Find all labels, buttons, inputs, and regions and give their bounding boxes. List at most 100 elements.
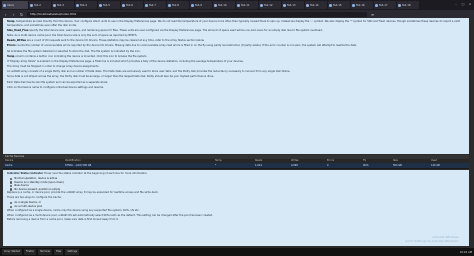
tab-label: Tab 7 (149, 3, 156, 7)
browser-tab[interactable]: Tab 2 (29, 1, 51, 9)
taskbar-item[interactable]: Array Started (2, 249, 23, 255)
favicon-icon (30, 3, 33, 7)
browser-tab[interactable]: Tab 13 (282, 1, 304, 9)
device-fs: btrfs (363, 164, 369, 167)
help-text-panel: Temp. temperature as read directly from … (3, 18, 469, 154)
device-writes: 4,096 (291, 164, 298, 167)
browser-tab[interactable]: Tab 10 (213, 1, 235, 9)
help-paragraph: If "Display array totals" is enabled on … (7, 59, 244, 63)
address-bar[interactable]: http://localhost/webui/index.html (27, 11, 367, 17)
browser-tab[interactable]: Tab 6 (121, 1, 143, 9)
device-errors: 0 (327, 164, 329, 167)
taskbar-item[interactable]: Firefox (24, 249, 36, 255)
taskbar: Array Started Firefox Terminal Files Setting… (0, 248, 474, 256)
tab-label: Tab 16 (356, 3, 365, 7)
activation-watermark: Activate Windows Go to Settings to activ… (405, 235, 459, 243)
tab-label: Tab 17 (379, 3, 388, 7)
close-icon[interactable]: × (468, 2, 472, 6)
help-paragraph: An unRAID array consists of a single Par… (7, 70, 291, 74)
browser-tab[interactable]: Tab 11 (236, 1, 258, 9)
tab-label: Tab 6 (126, 3, 133, 7)
favicon-icon (3, 3, 6, 7)
tab-label: Tab 18 (402, 3, 411, 7)
help-paragraph: Temp column contains a button icon indic… (7, 54, 148, 58)
favicon-icon (76, 3, 79, 7)
browser-tab[interactable]: Tab 3 (52, 1, 74, 9)
browser-tab[interactable]: Tab 16 (351, 1, 373, 9)
tab-label: Tab 14 (310, 3, 319, 7)
taskbar-item[interactable]: Settings (65, 249, 80, 255)
browser-tab[interactable]: Inbox (2, 1, 28, 9)
favicon-icon (122, 3, 125, 7)
device-name-link[interactable]: Cache (3, 163, 63, 168)
status-help-panel: Indicator Status Indicator Hover over th… (3, 170, 469, 246)
favicon-icon (145, 3, 148, 7)
tab-label: Tab 9 (195, 3, 202, 7)
window-controls: – □ × (454, 2, 472, 6)
tab-label: Tab 13 (287, 3, 296, 7)
maximize-icon[interactable]: □ (461, 2, 465, 6)
favicon-icon (53, 3, 56, 7)
help-paragraph: When configured as a multi-device pool, … (7, 213, 213, 217)
favicon-icon (168, 3, 171, 7)
tab-label: Tab 4 (80, 3, 87, 7)
help-paragraph: When configured as a single-device, cach… (7, 208, 140, 212)
browser-tab[interactable]: Tab 15 (328, 1, 350, 9)
device-temp: * (215, 164, 217, 167)
help-paragraph: Sb indicates the file system detected or… (7, 49, 141, 53)
device-used: 120 GB (431, 164, 440, 167)
browser-tab[interactable]: Tab 12 (259, 1, 281, 9)
browser-tab[interactable]: Tab 14 (305, 1, 327, 9)
tab-label: Inbox (7, 3, 15, 7)
help-paragraph: Before removing a device from a cache po… (7, 218, 119, 222)
taskbar-clock: 10:42 AM (459, 250, 472, 254)
tab-label: Tab 3 (57, 3, 64, 7)
browser-tab[interactable]: Tab 7 (144, 1, 166, 9)
help-paragraph: There are two ways to configure the Cach… (7, 196, 62, 200)
help-paragraph: Note: As a multi-device cache pool, the … (7, 33, 138, 37)
help-paragraph: Size_Used_Free specify the total device … (7, 28, 323, 32)
browser-tab[interactable]: Tab 4 (75, 1, 97, 9)
browser-tab[interactable]: Tab 8 (167, 1, 189, 9)
browser-tab[interactable]: Tab 5 (98, 1, 120, 9)
help-paragraph: Replace is a cache, or device pool, prov… (7, 191, 159, 195)
help-paragraph: Reads_Writes are a count of I/O requests… (7, 39, 205, 43)
table-row[interactable]: Cache ST500... (sdd) 500 GB * 1,024 4,09… (3, 163, 469, 168)
favicon-icon (260, 3, 263, 7)
device-identification[interactable]: ST500... (sdd) 500 GB (63, 163, 213, 168)
help-paragraph: Errors counts the number of unrecoverabl… (7, 44, 357, 48)
device-size: 500 GB (393, 164, 402, 167)
browser-tab-strip: Inbox Tab 2 Tab 3 Tab 4 Tab 5 Tab 6 Tab 7 Tab 8… (0, 0, 474, 10)
help-paragraph: Temp. temperature as read directly from … (7, 20, 461, 27)
taskbar-item[interactable]: Terminal (37, 249, 53, 255)
browser-tab[interactable]: Tab 18 (397, 1, 419, 9)
back-icon[interactable]: ‹ (3, 12, 8, 17)
favicon-icon (191, 3, 194, 7)
minimize-icon[interactable]: – (454, 2, 458, 6)
favicon-icon (329, 3, 332, 7)
tab-label: Tab 15 (333, 3, 342, 7)
section-title: Indicator Status Indicator (7, 172, 44, 175)
menu-icon[interactable]: ≡ (370, 12, 375, 17)
browser-tab[interactable]: Tab 9 (190, 1, 212, 9)
favicon-icon (398, 3, 401, 7)
section-intro: Hover over the status indicator at the b… (44, 172, 148, 175)
taskbar-item[interactable]: Files (54, 249, 64, 255)
cache-devices-panel: Cache Devices Device Identification Temp… (3, 155, 469, 169)
help-paragraph: Click on the Device name to configure in… (7, 85, 104, 89)
forward-icon[interactable]: › (11, 12, 16, 17)
tab-label: Tab 2 (34, 3, 41, 7)
tab-label: Tab 5 (103, 3, 110, 7)
favicon-icon (214, 3, 217, 7)
reload-icon[interactable]: ↻ (19, 12, 24, 17)
tab-label: Tab 12 (264, 3, 273, 7)
browser-tab[interactable]: Tab 17 (374, 1, 396, 9)
favicon-icon (283, 3, 286, 7)
tab-label: Tab 10 (218, 3, 227, 7)
favicon-icon (375, 3, 378, 7)
help-paragraph: Each Data disk has its own file system a… (7, 80, 109, 84)
browser-nav-bar: ‹ › ↻ http://localhost/webui/index.html … (0, 10, 474, 18)
tab-label: Tab 8 (172, 3, 179, 7)
favicon-icon (237, 3, 240, 7)
favicon-icon (306, 3, 309, 7)
